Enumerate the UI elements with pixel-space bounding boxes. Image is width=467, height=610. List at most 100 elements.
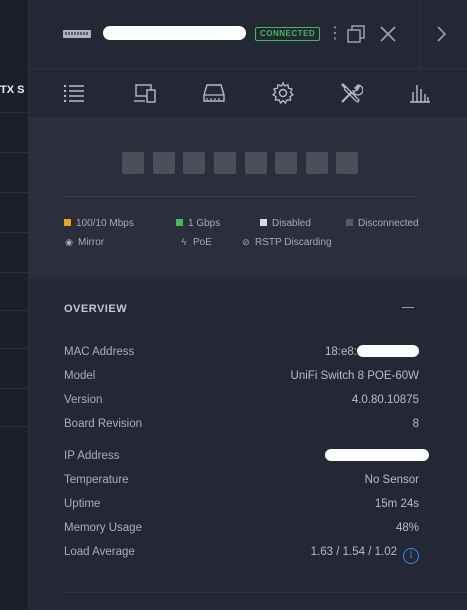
background-row bbox=[0, 310, 28, 351]
devices-icon bbox=[134, 84, 156, 103]
legend-label: Mirror bbox=[78, 237, 105, 248]
legend-disabled: Disabled bbox=[260, 218, 311, 230]
legend-label: Disconnected bbox=[358, 218, 419, 229]
port-5[interactable] bbox=[245, 152, 267, 174]
ports-overview: 100/10 Mbps 1 Gbps Disabled Disconnected… bbox=[29, 117, 467, 277]
prop-version: Version 4.0.80.10875 bbox=[64, 390, 419, 410]
tab-clients[interactable] bbox=[113, 69, 177, 117]
panel-header: CONNECTED ⋮ bbox=[29, 0, 467, 68]
device-name-redacted bbox=[103, 26, 246, 40]
prop-ip-address: IP Address bbox=[64, 446, 429, 466]
legend-fast: 100/10 Mbps bbox=[64, 218, 134, 230]
tab-stats[interactable] bbox=[388, 69, 452, 117]
eye-icon: ◉ bbox=[65, 237, 73, 247]
info-icon[interactable]: i bbox=[403, 548, 419, 564]
legend-swatch-disabled bbox=[260, 219, 267, 226]
background-column-header: TX S bbox=[0, 84, 25, 96]
collapse-icon[interactable] bbox=[402, 307, 414, 308]
prop-memory-usage: Memory Usage 48% bbox=[64, 518, 419, 538]
panel-tabs bbox=[29, 68, 467, 118]
legend-rstp: ⊘ RSTP Discarding bbox=[241, 236, 332, 249]
device-properties-panel: CONNECTED ⋮ 100/10 Mbps 1 Gbps Disabled … bbox=[28, 0, 467, 610]
bar-chart-icon bbox=[410, 85, 430, 103]
mac-redaction bbox=[357, 345, 419, 357]
bolt-icon: ϟ bbox=[181, 237, 187, 247]
legend-label: 1 Gbps bbox=[188, 218, 221, 229]
port-6[interactable] bbox=[275, 152, 297, 174]
prop-key: MAC Address bbox=[64, 346, 135, 358]
background-row bbox=[0, 426, 28, 467]
prop-temperature: Temperature No Sensor bbox=[64, 470, 419, 490]
background-row bbox=[0, 388, 28, 429]
prop-value: 18:e8: bbox=[325, 342, 419, 362]
list-icon bbox=[63, 84, 84, 103]
more-options-icon[interactable]: ⋮ bbox=[327, 24, 343, 44]
prop-board-revision: Board Revision 8 bbox=[64, 414, 419, 434]
background-row bbox=[0, 232, 28, 273]
tools-icon bbox=[341, 83, 363, 103]
prop-value bbox=[325, 446, 429, 466]
overview-section: OVERVIEW MAC Address 18:e8: Model UniFi … bbox=[29, 278, 467, 610]
prop-load-average: Load Average 1.63 / 1.54 / 1.02 i bbox=[64, 542, 419, 564]
prop-value: 8 bbox=[412, 418, 419, 430]
tab-tools[interactable] bbox=[319, 69, 383, 117]
prop-mac-address: MAC Address 18:e8: bbox=[64, 342, 419, 362]
gear-icon bbox=[271, 81, 295, 105]
prop-model: Model UniFi Switch 8 POE-60W bbox=[64, 366, 419, 386]
prop-key: IP Address bbox=[64, 450, 120, 462]
section-divider bbox=[64, 592, 467, 593]
chevron-right-icon[interactable] bbox=[429, 22, 453, 46]
switch-device-icon bbox=[63, 30, 91, 38]
prop-uptime: Uptime 15m 24s bbox=[64, 494, 419, 514]
prop-key: Temperature bbox=[64, 474, 129, 486]
prop-value: 48% bbox=[395, 522, 419, 534]
legend-poe: ϟ PoE bbox=[179, 236, 212, 249]
legend-gig: 1 Gbps bbox=[176, 218, 220, 230]
prop-key: Model bbox=[64, 370, 96, 382]
background-row bbox=[0, 192, 28, 233]
port-7[interactable] bbox=[306, 152, 328, 174]
port-1[interactable] bbox=[122, 152, 144, 174]
background-row bbox=[0, 112, 28, 153]
header-separator bbox=[419, 0, 420, 68]
blocked-icon: ⊘ bbox=[242, 237, 250, 247]
load-average-value: 1.63 / 1.54 / 1.02 bbox=[310, 546, 397, 558]
prop-key: Memory Usage bbox=[64, 522, 142, 534]
ports-divider bbox=[64, 196, 417, 197]
background-row bbox=[0, 348, 28, 389]
tab-ports[interactable] bbox=[182, 69, 246, 117]
background-row bbox=[0, 152, 28, 193]
legend-mirror: ◉ Mirror bbox=[64, 236, 104, 249]
tab-details[interactable] bbox=[42, 69, 106, 117]
port-3[interactable] bbox=[183, 152, 205, 174]
legend-label: Disabled bbox=[272, 218, 311, 229]
overview-title[interactable]: OVERVIEW bbox=[64, 303, 127, 315]
switch-ports-icon bbox=[203, 84, 225, 102]
close-icon[interactable] bbox=[379, 25, 397, 43]
legend-label: 100/10 Mbps bbox=[76, 218, 134, 229]
background-row bbox=[0, 272, 28, 313]
background-table: TX S bbox=[0, 0, 28, 609]
port-4[interactable] bbox=[214, 152, 236, 174]
prop-key: Version bbox=[64, 394, 103, 406]
mac-prefix: 18:e8: bbox=[325, 346, 357, 358]
prop-value: UniFi Switch 8 POE-60W bbox=[290, 370, 419, 382]
port-8[interactable] bbox=[336, 152, 358, 174]
prop-key: Load Average bbox=[64, 546, 135, 558]
prop-key: Board Revision bbox=[64, 418, 142, 430]
prop-value: 1.63 / 1.54 / 1.02 i bbox=[311, 542, 419, 564]
ip-redaction bbox=[325, 449, 429, 461]
popout-window-icon[interactable] bbox=[347, 25, 365, 43]
legend-label: PoE bbox=[193, 237, 212, 248]
prop-key: Uptime bbox=[64, 498, 101, 510]
prop-value: 4.0.80.10875 bbox=[351, 394, 419, 406]
tab-config[interactable] bbox=[251, 69, 315, 117]
prop-value: No Sensor bbox=[364, 474, 419, 486]
legend-swatch-gig bbox=[176, 219, 183, 226]
port-2[interactable] bbox=[153, 152, 175, 174]
legend-swatch-disconnected bbox=[346, 219, 353, 226]
prop-value: 15m 24s bbox=[374, 498, 419, 510]
legend-swatch-fast bbox=[64, 219, 71, 226]
legend-disconnected: Disconnected bbox=[346, 218, 419, 230]
legend-label: RSTP Discarding bbox=[255, 237, 332, 248]
